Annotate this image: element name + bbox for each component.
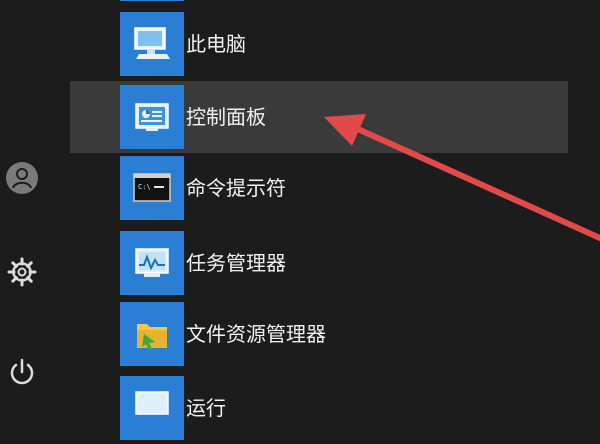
menu-item-file-explorer[interactable]: 文件资源管理器 — [70, 298, 568, 370]
menu-item-tile — [120, 0, 184, 1]
user-account-button[interactable] — [0, 156, 44, 200]
computer-icon — [134, 27, 170, 59]
menu-item-control-panel[interactable]: 控制面板 — [70, 81, 568, 153]
menu-item-this-pc[interactable]: 此电脑 — [70, 8, 568, 80]
control-panel-icon — [135, 103, 169, 131]
menu-item-tile — [120, 12, 184, 76]
menu-item-tile — [120, 85, 184, 149]
menu-item-command-prompt[interactable]: C:\ 命令提示符 — [70, 152, 568, 224]
menu-item-label: 任务管理器 — [186, 251, 286, 275]
start-menu-list: 此电脑 控制面板 C:\ 命令提示符 任务管理器 文件资源管理器 运行 — [70, 0, 568, 440]
menu-item-label: 文件资源管理器 — [186, 322, 326, 346]
menu-item-run[interactable]: 运行 — [70, 372, 568, 444]
menu-item-tile — [120, 376, 184, 440]
menu-item-task-manager[interactable]: 任务管理器 — [70, 227, 568, 299]
menu-item-top-partial[interactable] — [70, 0, 568, 5]
user-icon — [6, 162, 38, 194]
menu-item-label: 命令提示符 — [186, 176, 286, 200]
menu-item-label: 运行 — [186, 396, 226, 420]
power-icon — [10, 358, 34, 385]
menu-item-tile — [120, 302, 184, 366]
menu-item-label: 此电脑 — [186, 32, 246, 56]
run-icon — [135, 391, 169, 415]
menu-item-label: 控制面板 — [186, 105, 266, 129]
left-rail — [0, 0, 44, 400]
task-manager-icon — [135, 248, 169, 277]
menu-item-tile: C:\ — [120, 156, 184, 220]
power-button[interactable] — [0, 350, 44, 394]
svg-text:C:\: C:\ — [138, 183, 151, 191]
gear-icon — [7, 257, 37, 287]
menu-item-tile — [120, 231, 184, 295]
command-prompt-icon: C:\ — [133, 173, 171, 202]
file-explorer-icon — [137, 324, 167, 350]
settings-button[interactable] — [0, 250, 44, 294]
